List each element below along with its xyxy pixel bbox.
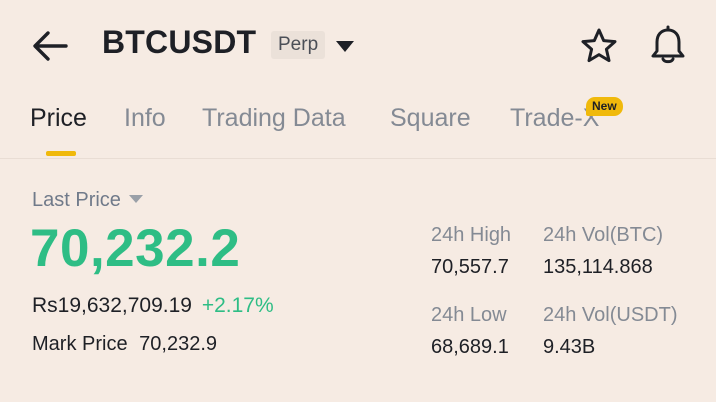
tab-info[interactable]: Info	[124, 104, 166, 133]
caret-down-icon	[128, 195, 143, 203]
tab-price[interactable]: Price	[30, 104, 87, 133]
bell-icon[interactable]	[649, 25, 687, 65]
stat-label: 24h Vol(USDT)	[543, 304, 678, 326]
stat-24h-vol-btc: 24h Vol(BTC) 135,114.868	[543, 224, 663, 279]
header-bar: BTCUSDT Perp	[0, 0, 716, 92]
mark-price-label: Mark Price	[32, 333, 128, 355]
tab-trading-data[interactable]: Trading Data	[202, 104, 346, 133]
tab-square[interactable]: Square	[390, 104, 471, 133]
stat-label: 24h Vol(BTC)	[543, 224, 664, 246]
stat-value: 70,557.7	[431, 256, 509, 278]
last-price-selector[interactable]: Last Price	[32, 189, 143, 212]
star-icon[interactable]	[580, 27, 618, 65]
stat-value: 68,689.1	[431, 336, 509, 358]
active-tab-indicator	[46, 151, 76, 156]
stat-value: 135,114.868	[543, 256, 653, 278]
fiat-value: Rs19,632,709.19	[32, 294, 192, 317]
last-price-label: Last Price	[32, 189, 121, 211]
stat-24h-vol-usdt: 24h Vol(USDT) 9.43B	[543, 304, 678, 359]
stat-label: 24h High	[431, 224, 512, 246]
dropdown-caret-icon[interactable]	[334, 38, 356, 54]
mark-price-row: Mark Price 70,232.9	[32, 333, 217, 356]
new-badge: New	[586, 97, 623, 116]
stat-value: 9.43B	[543, 336, 596, 358]
contract-type-badge: Perp	[271, 31, 326, 59]
stat-24h-low: 24h Low 68,689.1	[431, 304, 509, 359]
back-arrow-icon[interactable]	[30, 28, 70, 64]
change-percent: +2.17%	[201, 294, 274, 317]
symbol-title[interactable]: BTCUSDT	[102, 24, 256, 61]
mark-price-value: 70,232.9	[139, 333, 217, 355]
stat-label: 24h Low	[431, 304, 507, 326]
fiat-row: Rs19,632,709.19 +2.17%	[32, 294, 274, 318]
stat-24h-high: 24h High 70,557.7	[431, 224, 511, 279]
last-price-value: 70,232.2	[30, 219, 241, 278]
